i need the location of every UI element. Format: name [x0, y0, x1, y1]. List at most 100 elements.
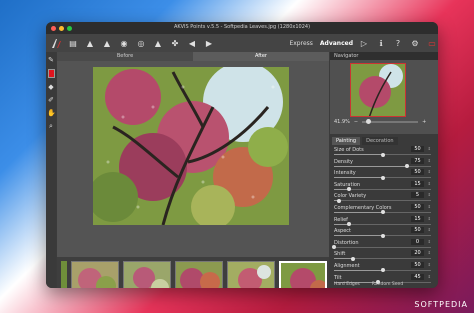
param-stepper[interactable]: ⇕ — [428, 146, 431, 152]
param-slider-fill — [334, 177, 383, 179]
param-slider-knob[interactable] — [380, 152, 385, 157]
preset-thumbnail-selected[interactable] — [279, 261, 327, 288]
param-label: Distortion — [334, 239, 359, 246]
param-slider-knob[interactable] — [380, 233, 385, 238]
tab-after[interactable]: After — [193, 52, 329, 61]
preset-thumbnails — [57, 257, 329, 288]
zoom-slider-knob[interactable] — [365, 119, 371, 124]
zoom-in-icon[interactable]: + — [422, 119, 426, 125]
redo-icon[interactable]: ▶ — [203, 37, 215, 49]
history-brush-icon[interactable]: ✐ — [47, 96, 55, 104]
save-image-icon[interactable]: ▲ — [84, 37, 96, 49]
param-value-field[interactable]: 5 — [411, 192, 424, 199]
preset-thumbnail[interactable] — [227, 261, 275, 288]
hard-edges-checkbox[interactable]: Hard Edges — [334, 282, 360, 287]
param-slider[interactable] — [334, 210, 431, 215]
param-stepper[interactable]: ⇕ — [428, 169, 431, 175]
param-slider[interactable] — [334, 164, 431, 169]
brush-tool-icon[interactable]: ✎ — [47, 56, 55, 64]
param-value-field[interactable]: 75 — [411, 157, 424, 164]
param-slider-knob[interactable] — [346, 222, 351, 227]
param-value-field[interactable]: 15 — [411, 215, 424, 222]
tab-before[interactable]: Before — [57, 52, 193, 61]
preset-thumbnail[interactable] — [175, 261, 223, 288]
presets-icon[interactable]: ▲ — [152, 37, 164, 49]
param-slider[interactable] — [334, 233, 431, 238]
random-seed-label[interactable]: Random Seed — [372, 282, 403, 287]
param-slider[interactable] — [334, 175, 431, 180]
param-slider[interactable] — [334, 222, 431, 227]
print-icon[interactable]: ▲ — [101, 37, 113, 49]
zoom-tool-icon[interactable]: ⌕ — [47, 122, 55, 130]
advanced-mode-tab[interactable]: Advanced — [320, 40, 353, 47]
param-slider-knob[interactable] — [332, 245, 336, 250]
param-label: Intensity — [334, 170, 356, 177]
result-image[interactable] — [93, 67, 289, 225]
param-slider-knob[interactable] — [380, 175, 385, 180]
canvas-icon[interactable]: ✤ — [169, 37, 181, 49]
param-slider-knob[interactable] — [380, 210, 385, 215]
param-row: Relief 15 ⇕ — [334, 215, 434, 228]
param-slider[interactable] — [334, 152, 431, 157]
navigator-preview[interactable] — [350, 63, 406, 117]
param-slider[interactable] — [334, 187, 431, 192]
param-stepper[interactable]: ⇕ — [428, 181, 431, 187]
zoom-slider[interactable] — [362, 119, 419, 124]
settings-gear-icon[interactable]: ⚙ — [409, 37, 421, 49]
preset-thumbnail[interactable] — [71, 261, 119, 288]
color-swatch[interactable] — [47, 69, 55, 78]
param-slider-knob[interactable] — [346, 187, 351, 192]
param-slider-fill — [334, 154, 383, 155]
batch-icon[interactable]: ◎ — [135, 37, 147, 49]
param-stepper[interactable]: ⇕ — [428, 274, 431, 280]
param-slider-knob[interactable] — [351, 256, 356, 261]
param-stepper[interactable]: ⇕ — [428, 158, 431, 164]
param-value-field[interactable]: 20 — [411, 250, 424, 257]
eraser-tool-icon[interactable]: ◆ — [47, 83, 55, 91]
image-canvas-area: Before After — [57, 52, 329, 257]
param-value-field[interactable]: 50 — [411, 169, 424, 176]
undo-icon[interactable]: ◀ — [186, 37, 198, 49]
param-slider[interactable] — [334, 198, 431, 203]
param-stepper[interactable]: ⇕ — [428, 262, 431, 268]
hand-tool-icon[interactable]: ✋ — [47, 109, 56, 117]
param-value-field[interactable]: 50 — [411, 203, 424, 210]
param-stepper[interactable]: ⇕ — [428, 204, 431, 210]
param-value-field[interactable]: 50 — [411, 261, 424, 268]
open-image-icon[interactable]: ▤ — [67, 37, 79, 49]
param-slider-fill — [334, 165, 407, 167]
param-stepper[interactable]: ⇕ — [428, 192, 431, 198]
param-stepper[interactable]: ⇕ — [428, 250, 431, 256]
param-slider-knob[interactable] — [380, 268, 385, 273]
param-slider[interactable] — [334, 256, 431, 261]
tab-decoration[interactable]: Decoration — [362, 137, 398, 145]
param-value-field[interactable]: 0 — [411, 238, 424, 245]
param-row: Density 75 ⇕ — [334, 157, 434, 170]
param-slider-knob[interactable] — [336, 198, 341, 203]
param-value-field[interactable]: 50 — [411, 227, 424, 234]
zoom-out-icon[interactable]: − — [354, 119, 358, 125]
parameter-list: Size of Dots 50 ⇕ Density 75 ⇕ Intensity 50 ⇕ Sat… — [330, 145, 438, 285]
share-icon[interactable]: ◉ — [118, 37, 130, 49]
express-mode-tab[interactable]: Express — [289, 40, 312, 47]
screen-mode-icon[interactable]: ▭ — [426, 37, 438, 49]
preset-thumbnail[interactable] — [123, 261, 171, 288]
tab-painting[interactable]: Painting — [332, 137, 361, 145]
zoom-value: 41.9% — [334, 119, 350, 125]
param-row: Color Variety 5 ⇕ — [334, 192, 434, 204]
preset-thumbnail[interactable] — [61, 261, 67, 288]
param-stepper[interactable]: ⇕ — [428, 216, 431, 222]
param-value-field[interactable]: 45 — [411, 273, 424, 280]
param-value-field[interactable]: 15 — [411, 180, 424, 187]
param-label: Alignment — [334, 262, 360, 269]
param-label: Relief — [334, 216, 348, 223]
param-slider[interactable] — [332, 245, 431, 250]
param-slider-knob[interactable] — [404, 164, 409, 169]
param-stepper[interactable]: ⇕ — [428, 227, 431, 233]
param-stepper[interactable]: ⇕ — [428, 239, 431, 245]
help-icon[interactable]: ? — [392, 37, 404, 49]
info-icon[interactable]: ℹ — [375, 37, 387, 49]
param-value-field[interactable]: 50 — [411, 146, 424, 152]
run-icon[interactable]: ▷ — [358, 37, 370, 49]
param-slider[interactable] — [334, 268, 431, 273]
